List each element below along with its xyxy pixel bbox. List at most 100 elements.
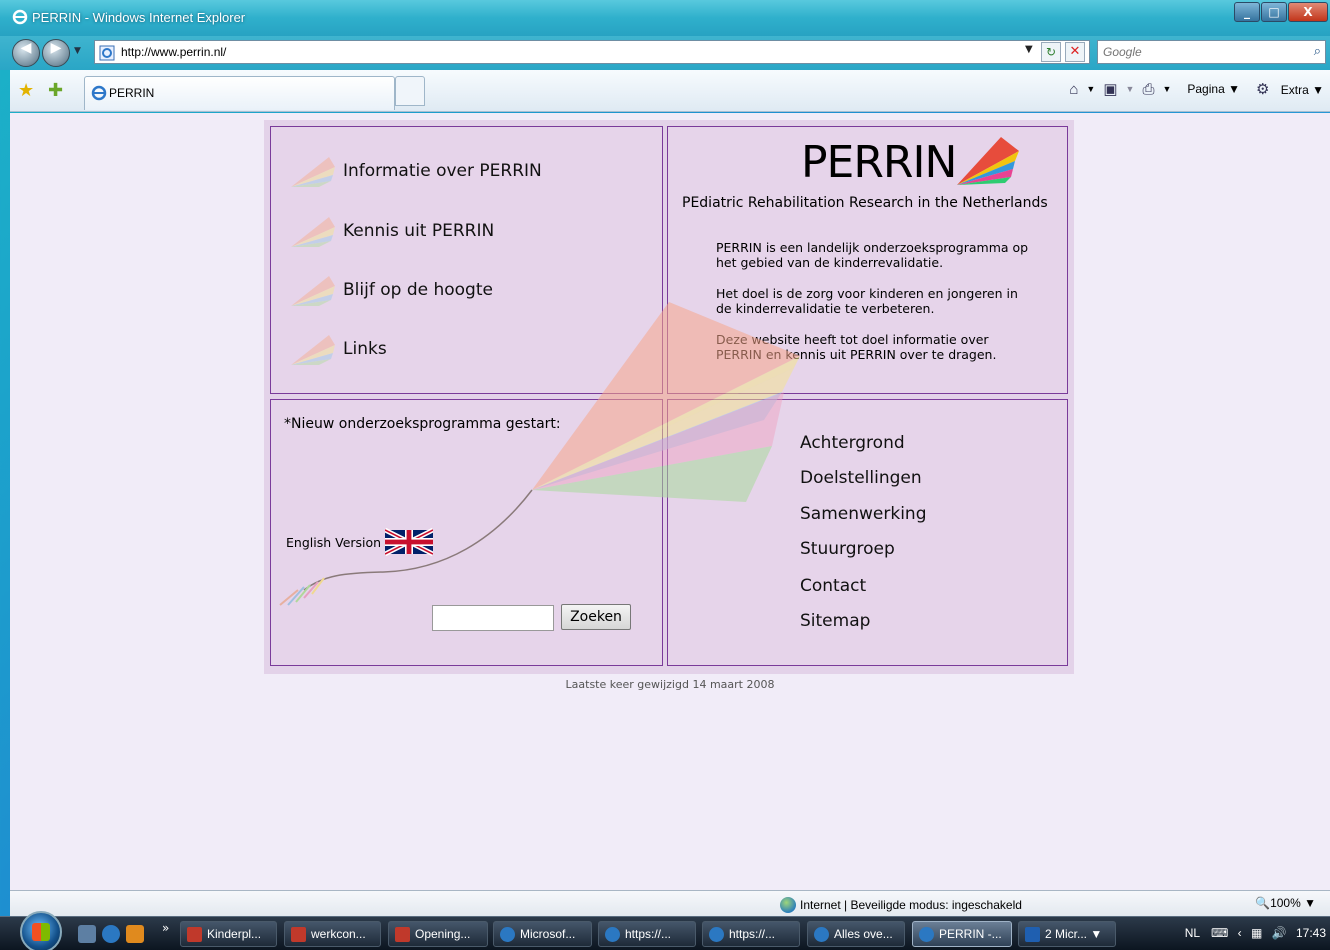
- ie-quicklaunch-icon[interactable]: [102, 925, 120, 943]
- link-stuurgroep[interactable]: Stuurgroep: [800, 539, 895, 559]
- new-tab-button[interactable]: [395, 76, 425, 106]
- start-button[interactable]: [20, 911, 62, 950]
- tray-expand-icon[interactable]: ‹: [1238, 926, 1242, 940]
- taskbar: » Kinderpl... werkcon... Opening... Micr…: [0, 911, 1330, 950]
- network-icon[interactable]: ▦: [1251, 926, 1262, 940]
- more-quicklaunch-icon[interactable]: »: [162, 921, 169, 935]
- window-controls: _ □ X: [1233, 2, 1328, 22]
- menu-item-informatie[interactable]: Informatie over PERRIN: [289, 151, 542, 191]
- ie-icon: [709, 927, 724, 942]
- ie-icon: [919, 927, 934, 942]
- links-panel: Achtergrond Doelstellingen Samenwerking …: [667, 399, 1068, 666]
- link-doelstellingen[interactable]: Doelstellingen: [800, 468, 922, 488]
- feeds-icon[interactable]: ▣: [1103, 80, 1117, 98]
- last-modified-footer: Laatste keer gewijzigd 14 maart 2008: [565, 678, 775, 691]
- language-indicator[interactable]: NL: [1185, 926, 1200, 940]
- taskbar-item-opening[interactable]: Opening...: [388, 921, 488, 947]
- volume-icon[interactable]: 🔊: [1272, 926, 1287, 940]
- forward-button[interactable]: ▶: [42, 39, 70, 67]
- site-search-button[interactable]: Zoeken: [561, 604, 631, 630]
- tab-label: PERRIN: [109, 86, 155, 100]
- security-zone[interactable]: Internet | Beveiligde modus: ingeschakel…: [780, 897, 1022, 913]
- ie-logo-icon: [12, 9, 28, 25]
- history-dropdown-icon[interactable]: ▼: [74, 46, 81, 56]
- taskbar-item-alles[interactable]: Alles ove...: [807, 921, 905, 947]
- search-input[interactable]: [1103, 42, 1303, 62]
- zone-text: Internet | Beveiligde modus: ingeschakel…: [800, 898, 1022, 912]
- search-box[interactable]: ⌕: [1097, 40, 1326, 64]
- ie-icon: [814, 927, 829, 942]
- page-menu[interactable]: Pagina ▼: [1179, 82, 1240, 96]
- purpose-paragraph: Deze website heeft tot doel informatie o…: [716, 332, 997, 362]
- keyboard-icon[interactable]: ⌨: [1211, 926, 1228, 940]
- home-icon[interactable]: ⌂: [1069, 81, 1078, 98]
- tab-bar: ★ ✚ PERRIN ⌂ ▼ ▣ ▼ ⎙ ▼ Pagina ▼ ⚙ Extra ▼: [10, 70, 1330, 112]
- taskbar-item-perrin[interactable]: PERRIN -...: [912, 921, 1012, 947]
- status-bar: Internet | Beveiligde modus: ingeschakel…: [10, 890, 1330, 916]
- link-sitemap[interactable]: Sitemap: [800, 611, 870, 631]
- window-title: PERRIN - Windows Internet Explorer: [32, 10, 246, 25]
- feeds-dropdown-icon[interactable]: ▼: [1126, 84, 1135, 94]
- english-version-label: English Version: [286, 534, 382, 550]
- add-favorites-icon[interactable]: ✚: [48, 80, 63, 101]
- extra-menu-label: Extra: [1280, 83, 1309, 97]
- system-tray: NL ⌨ ‹ ▦ 🔊 17:43: [1185, 926, 1326, 940]
- taskbar-item-https-2[interactable]: https://...: [702, 921, 800, 947]
- page-menu-label: Pagina: [1187, 82, 1225, 96]
- back-button[interactable]: ◀: [12, 39, 40, 67]
- taskbar-item-microsoft[interactable]: Microsof...: [493, 921, 592, 947]
- taskbar-item-label: PERRIN -...: [939, 927, 1002, 941]
- search-icon[interactable]: ⌕: [1314, 44, 1321, 59]
- tab-perrin[interactable]: PERRIN: [84, 76, 395, 110]
- taskbar-item-label: https://...: [625, 927, 672, 941]
- minimize-button[interactable]: _: [1234, 2, 1260, 22]
- taskbar-item-micr[interactable]: 2 Micr... ▼: [1018, 921, 1116, 947]
- kite-icon: [291, 276, 335, 306]
- menu-item-kennis[interactable]: Kennis uit PERRIN: [289, 211, 494, 251]
- command-bar: ⌂ ▼ ▣ ▼ ⎙ ▼ Pagina ▼ ⚙ Extra ▼: [1061, 80, 1324, 99]
- taskbar-item-werkcon[interactable]: werkcon...: [284, 921, 381, 947]
- menu-item-blijf[interactable]: Blijf op de hoogte: [289, 270, 493, 310]
- print-icon[interactable]: ⎙: [1142, 81, 1154, 98]
- refresh-icon[interactable]: ↻: [1041, 42, 1061, 62]
- stop-icon[interactable]: ✕: [1065, 42, 1085, 62]
- app-icon: [187, 927, 202, 942]
- perrin-logo-kite-icon: [957, 137, 1019, 185]
- address-bar[interactable]: http://www.perrin.nl/ ▼ ↻ ✕: [94, 40, 1090, 64]
- taskbar-item-label: 2 Micr...: [1045, 927, 1088, 941]
- uk-flag-icon: [385, 528, 434, 556]
- title-bar: PERRIN - Windows Internet Explorer _ □ X: [0, 0, 1330, 36]
- clock[interactable]: 17:43: [1296, 926, 1326, 940]
- media-quicklaunch-icon[interactable]: [126, 925, 144, 943]
- show-desktop-icon[interactable]: [78, 925, 96, 943]
- globe-icon: [780, 897, 796, 913]
- perrin-subtitle: PEdiatric Rehabilitation Research in the…: [682, 195, 1048, 211]
- zoom-control[interactable]: 🔍100% ▼: [1255, 896, 1316, 910]
- maximize-button[interactable]: □: [1261, 2, 1287, 22]
- menu-item-links[interactable]: Links: [289, 329, 387, 369]
- taskbar-item-kinderpl[interactable]: Kinderpl...: [180, 921, 277, 947]
- taskbar-item-label: Microsof...: [520, 927, 576, 941]
- taskbar-item-https-1[interactable]: https://...: [598, 921, 696, 947]
- news-headline[interactable]: *Nieuw onderzoeksprogramma gestart:: [284, 416, 561, 432]
- extra-menu[interactable]: ⚙ Extra ▼: [1248, 80, 1324, 98]
- link-samenwerking[interactable]: Samenwerking: [800, 504, 927, 524]
- home-dropdown-icon[interactable]: ▼: [1086, 84, 1095, 94]
- ie-icon: [500, 927, 515, 942]
- address-dropdown-icon[interactable]: ▼: [1025, 44, 1033, 55]
- kite-icon: [291, 217, 335, 247]
- taskbar-item-label: Alles ove...: [834, 927, 893, 941]
- print-dropdown-icon[interactable]: ▼: [1162, 84, 1171, 94]
- menu-item-label: Blijf op de hoogte: [343, 280, 493, 300]
- address-row: ◀ ▶ ▼ http://www.perrin.nl/ ▼ ↻ ✕ ⌕: [0, 36, 1330, 70]
- close-button[interactable]: X: [1288, 2, 1328, 22]
- link-achtergrond[interactable]: Achtergrond: [800, 433, 905, 453]
- taskbar-item-label: https://...: [729, 927, 776, 941]
- site-search-input[interactable]: [432, 605, 554, 631]
- ie-page-icon: [91, 85, 107, 101]
- english-version-link[interactable]: English Version: [286, 528, 434, 556]
- url-text[interactable]: http://www.perrin.nl/: [121, 45, 226, 59]
- link-contact[interactable]: Contact: [800, 576, 866, 596]
- favorites-star-icon[interactable]: ★: [18, 80, 34, 101]
- zoom-level: 100%: [1270, 896, 1301, 910]
